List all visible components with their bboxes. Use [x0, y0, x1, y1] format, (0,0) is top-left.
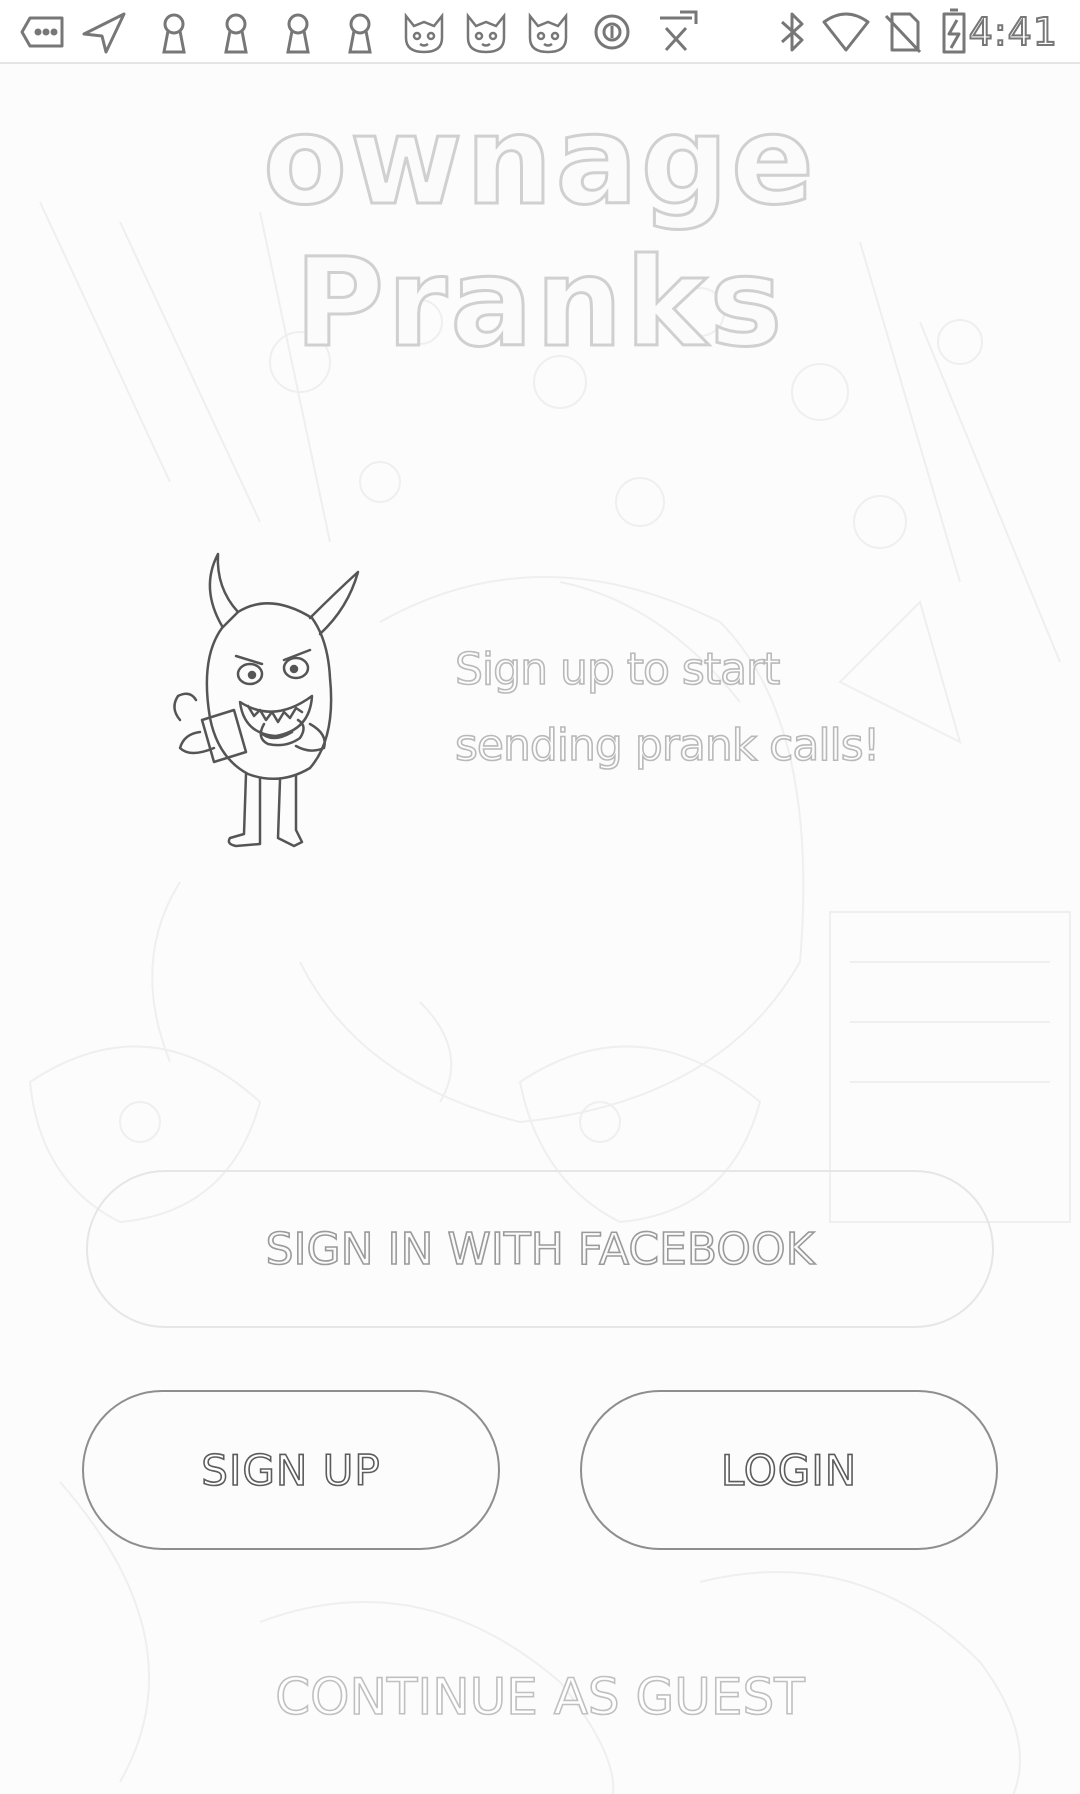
- continue-as-guest-link[interactable]: CONTINUE AS GUEST: [0, 1667, 1080, 1727]
- keyhole-icon: [212, 8, 260, 56]
- wifi-icon: [822, 8, 870, 56]
- signup-label: SIGN UP: [200, 1445, 381, 1496]
- app-title: ownage Pranks: [262, 89, 817, 376]
- facebook-signin-button[interactable]: SIGN IN WITH FACEBOOK: [86, 1170, 994, 1328]
- login-label: LOGIN: [720, 1445, 858, 1496]
- send-icon: [80, 8, 128, 56]
- no-sim-icon: [878, 8, 926, 56]
- keyhole-icon: [150, 8, 198, 56]
- cat-icon: [524, 8, 572, 56]
- badge-icon: [652, 8, 700, 56]
- devil-monster-icon: [173, 552, 360, 848]
- status-time: 4:41: [968, 9, 1058, 55]
- status-bar: 4:41: [0, 0, 1080, 64]
- cat-icon: [400, 8, 448, 56]
- circle-icon: [588, 8, 636, 56]
- more-icon: [20, 8, 68, 56]
- tagline: Sign up to start sending prank calls!: [454, 632, 935, 784]
- signup-button[interactable]: SIGN UP: [82, 1390, 500, 1550]
- keyhole-icon: [274, 8, 322, 56]
- cat-icon: [462, 8, 510, 56]
- tagline-line-1: Sign up to start: [454, 643, 781, 696]
- login-screen: 4:41 ownage Pranks Sign up to start send…: [0, 0, 1080, 1794]
- tagline-line-2: sending prank calls!: [454, 719, 881, 772]
- keyhole-icon: [336, 8, 384, 56]
- bluetooth-icon: [768, 8, 816, 56]
- login-button[interactable]: LOGIN: [580, 1390, 998, 1550]
- facebook-signin-label: SIGN IN WITH FACEBOOK: [265, 1223, 815, 1276]
